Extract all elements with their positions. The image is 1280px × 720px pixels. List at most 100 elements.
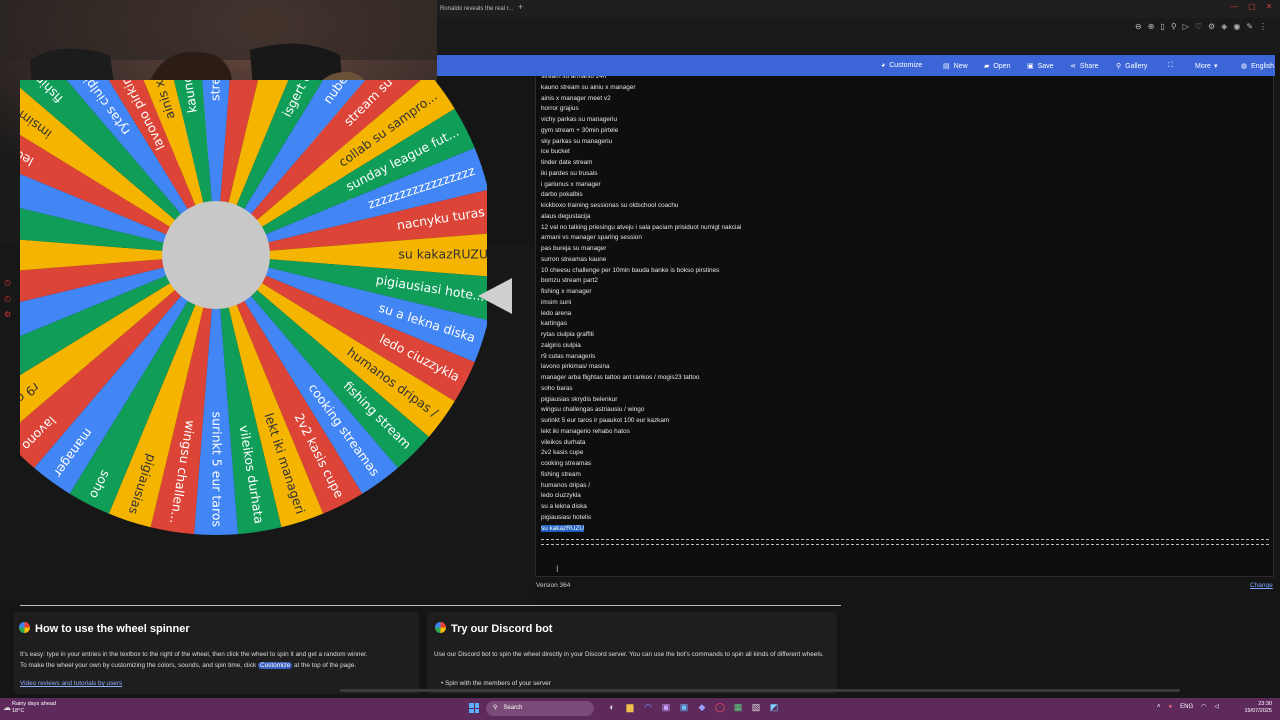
save-icon[interactable]: ◉ bbox=[1233, 22, 1240, 31]
play-icon[interactable]: ▷ bbox=[1183, 22, 1189, 31]
open-button[interactable]: ▰ Open bbox=[984, 62, 1011, 70]
entry-item: r9 cutas manageris bbox=[541, 352, 596, 360]
tutorials-link[interactable]: Video reviews and tutorials by users bbox=[20, 678, 122, 689]
zoom-out-icon[interactable]: ⊖ bbox=[1135, 22, 1142, 31]
settings-icon[interactable]: ⚙ bbox=[4, 307, 11, 323]
customize-button[interactable]: ◕ Customize bbox=[881, 62, 922, 69]
premiere-icon[interactable]: ▣ bbox=[657, 702, 675, 713]
edge-icon[interactable]: ◠ bbox=[639, 702, 657, 713]
discord-card: Try our Discord bot Use our Discord bot … bbox=[427, 612, 837, 694]
save-icon: ▣ bbox=[1027, 63, 1034, 70]
entry-item: kauno stream su ainiu x manager bbox=[541, 83, 636, 91]
share-button[interactable]: ⋖ Share bbox=[1070, 62, 1099, 70]
entry-item: zalgiris ciulpia bbox=[541, 341, 581, 349]
close-window-button[interactable]: ✕ bbox=[1266, 2, 1273, 11]
entry-item: darbo pokalbis bbox=[541, 191, 583, 199]
spreadsheet-icon[interactable]: ▦ bbox=[729, 702, 747, 713]
discord-bullet: • Spin with the members of your server bbox=[441, 680, 551, 687]
extensions-icon[interactable]: ◈ bbox=[1221, 22, 1227, 31]
paint-icon[interactable]: ◩ bbox=[765, 702, 783, 713]
browser-tab[interactable]: Ronaldo reveals the real r... bbox=[437, 2, 513, 16]
customize-mention[interactable]: Customize bbox=[258, 662, 293, 669]
chevron-up-icon[interactable]: ˄ bbox=[1157, 704, 1161, 710]
more-button[interactable]: More ▾ bbox=[1195, 62, 1221, 70]
fullscreen-button[interactable]: ⛶ bbox=[1168, 62, 1177, 70]
entries-last-line bbox=[541, 539, 1269, 545]
opera-icon[interactable]: ◯ bbox=[711, 702, 729, 713]
entries-textbox[interactable]: stream su armaniu 24h kauno stream su ain… bbox=[535, 76, 1274, 577]
search-icon: ⚲ bbox=[1116, 63, 1122, 70]
edit-icon[interactable]: ✎ bbox=[1246, 22, 1253, 31]
history-icon[interactable]: ◴ bbox=[4, 291, 11, 307]
palette-icon: ◕ bbox=[881, 62, 886, 69]
bookmark-icon[interactable]: ▯ bbox=[1160, 22, 1164, 31]
settings-icon[interactable]: ⚙ bbox=[1208, 22, 1215, 31]
new-file-icon: ▤ bbox=[943, 63, 950, 70]
mic-icon[interactable]: ● bbox=[1169, 704, 1173, 710]
entry-item: gym stream + 30min pirtele bbox=[541, 126, 619, 134]
wheel-pointer bbox=[478, 278, 512, 314]
entry-item: bomzu stream part2 bbox=[541, 277, 598, 285]
weather-widget[interactable]: Rainy days ahead 18°C bbox=[12, 701, 56, 715]
language-indicator[interactable]: ENG bbox=[1180, 704, 1193, 710]
entry-item: ice bucket bbox=[541, 148, 570, 156]
folder-icon: ▰ bbox=[984, 63, 990, 70]
tab-title: Ronaldo reveals the real r... bbox=[440, 6, 514, 12]
entry-item: su kakazRUZU bbox=[541, 524, 584, 532]
taskbar-search[interactable]: ⚲ Search bbox=[486, 701, 594, 716]
start-button[interactable] bbox=[469, 703, 479, 713]
entry-item: ledo arena bbox=[541, 309, 572, 317]
wheel-logo-icon bbox=[435, 622, 446, 633]
entry-item: stream su armaniu 24h bbox=[541, 76, 607, 80]
version-label: Version 364 bbox=[536, 582, 571, 589]
language-button[interactable]: ◍ English bbox=[1241, 62, 1274, 70]
rain-cloud-icon[interactable]: ☁ bbox=[3, 703, 11, 712]
system-tray: ˄ ● ENG ◠ ◁ bbox=[1157, 703, 1227, 710]
minimize-button[interactable]: — bbox=[1230, 2, 1238, 11]
speaker-icon[interactable]: ◁ bbox=[1214, 704, 1219, 710]
how-to-title: How to use the wheel spinner bbox=[19, 622, 190, 635]
new-button[interactable]: ▤ New bbox=[943, 62, 968, 70]
teams-icon[interactable]: ◆ bbox=[693, 702, 711, 713]
steam-icon[interactable]: ◐ bbox=[603, 702, 621, 712]
maximize-button[interactable]: ▢ bbox=[1248, 2, 1256, 11]
new-tab-button[interactable]: + bbox=[518, 2, 523, 12]
clock[interactable]: 23:30 19/07/2025 bbox=[1240, 701, 1272, 715]
entry-item: pigiausiasi hotelis bbox=[541, 513, 592, 521]
entry-item: humanos dripas / bbox=[541, 481, 591, 489]
entry-item: 2v2 kasis cupe bbox=[541, 449, 584, 457]
gallery-button[interactable]: ⚲ Gallery bbox=[1116, 62, 1147, 70]
browser-tab-bar bbox=[437, 0, 1280, 18]
entry-item: manager arba flightas tattoo ant rankos … bbox=[541, 374, 700, 381]
wheel-label: stream su armaniu bbox=[208, 80, 223, 101]
discord-title: Try our Discord bot bbox=[435, 622, 552, 635]
pin-icon[interactable]: ⚲ bbox=[1171, 22, 1177, 31]
photoshop-icon[interactable]: ▣ bbox=[675, 702, 693, 713]
zoom-in-icon[interactable]: ⊕ bbox=[1148, 22, 1155, 31]
entry-item: fishing x manager bbox=[541, 288, 592, 295]
wifi-icon[interactable]: ◠ bbox=[1201, 704, 1206, 710]
entry-item: surron streamas kaune bbox=[541, 255, 607, 263]
entries-list: stream su armaniu 24h kauno stream su ain… bbox=[541, 76, 741, 534]
how-to-card: How to use the wheel spinner It's easy: … bbox=[14, 612, 419, 694]
entry-item: pigiausias skrydis belenkur bbox=[541, 395, 618, 403]
entry-item: soho baras bbox=[541, 384, 573, 392]
taskbar-apps: ◐ ▆ ◠ ▣ ▣ ◆ ◯ ▦ ▧ ◩ bbox=[603, 702, 783, 713]
app-icon[interactable]: ▧ bbox=[747, 702, 765, 713]
entry-item: rytas ciulpia graffiti bbox=[541, 331, 594, 338]
clock-icon[interactable]: ◷ bbox=[4, 275, 11, 291]
entry-item: lekt iki managerio rehabo hatos bbox=[541, 427, 630, 435]
wheel-center[interactable] bbox=[162, 201, 270, 309]
spinning-wheel[interactable]: rytas ciulpia graffitilavono pirkimas/ m… bbox=[20, 80, 487, 580]
heart-icon[interactable]: ♡ bbox=[1195, 22, 1202, 31]
entry-item: imsim suni bbox=[541, 298, 572, 306]
entry-item: kartingas bbox=[541, 320, 567, 328]
entry-item: alaus degustacija bbox=[541, 212, 591, 220]
share-icon: ⋖ bbox=[1070, 63, 1076, 70]
change-link[interactable]: Change bbox=[1250, 582, 1273, 589]
file-explorer-icon[interactable]: ▆ bbox=[621, 702, 639, 713]
save-button[interactable]: ▣ Save bbox=[1027, 62, 1054, 70]
entry-item: su a lekna diska bbox=[541, 503, 587, 510]
more-icon[interactable]: ⋮ bbox=[1259, 22, 1267, 31]
horizontal-scrollbar[interactable] bbox=[340, 689, 1180, 692]
